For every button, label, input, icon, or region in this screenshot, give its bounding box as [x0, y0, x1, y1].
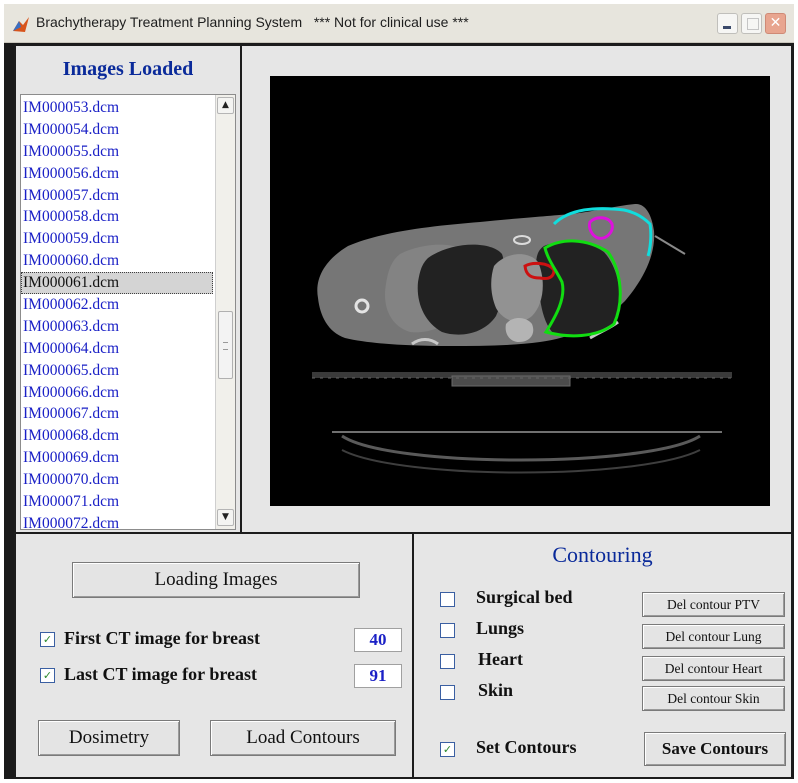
dosimetry-button[interactable]: Dosimetry — [38, 720, 180, 756]
window-title: Brachytherapy Treatment Planning System … — [36, 14, 469, 30]
list-item[interactable]: IM000068.dcm — [21, 425, 213, 447]
list-item[interactable]: IM000060.dcm — [21, 250, 213, 272]
list-item[interactable]: IM000071.dcm — [21, 491, 213, 513]
del-contour-heart-button[interactable]: Del contour Heart — [642, 656, 785, 681]
first-ct-input[interactable]: 40 — [354, 628, 402, 652]
maximize-button[interactable] — [741, 13, 762, 34]
contouring-title: Contouring — [552, 542, 653, 567]
scroll-grip-icon — [223, 342, 228, 350]
images-panel: Images Loaded IM000053.dcm IM000054.dcm IM… — [14, 44, 242, 534]
save-contours-button[interactable]: Save Contours — [644, 732, 786, 766]
list-item[interactable]: IM000072.dcm — [21, 513, 213, 529]
list-item[interactable]: IM000058.dcm — [21, 206, 213, 228]
close-button[interactable]: ✕ — [765, 13, 786, 34]
set-contours-checkbox[interactable]: ✓ — [440, 742, 455, 757]
lungs-label: Lungs — [476, 618, 525, 638]
list-item[interactable]: IM000056.dcm — [21, 163, 213, 185]
surgical-bed-checkbox[interactable] — [440, 592, 455, 607]
matlab-app-icon — [13, 17, 29, 32]
list-item[interactable]: IM000065.dcm — [21, 360, 213, 382]
first-ct-checkbox[interactable]: ✓ — [40, 632, 55, 647]
list-item[interactable]: IM000054.dcm — [21, 119, 213, 141]
application-window: Brachytherapy Treatment Planning System … — [4, 4, 794, 779]
ct-image-axes[interactable] — [270, 76, 770, 506]
minimize-icon — [723, 26, 731, 29]
del-contour-lung-button[interactable]: Del contour Lung — [642, 624, 785, 649]
ct-slice-image — [270, 76, 770, 506]
checkmark-icon: ✓ — [442, 743, 453, 756]
image-file-list: IM000053.dcm IM000054.dcm IM000055.dcm IM00… — [21, 97, 213, 529]
client-area: Images Loaded IM000053.dcm IM000054.dcm IM… — [14, 44, 793, 779]
images-panel-title: Images Loaded — [62, 58, 194, 80]
maximize-icon — [747, 18, 759, 30]
list-item[interactable]: IM000055.dcm — [21, 141, 213, 163]
first-ct-label: First CT image for breast — [64, 628, 260, 648]
del-contour-skin-button[interactable]: Del contour Skin — [642, 686, 785, 711]
image-file-listbox[interactable]: IM000053.dcm IM000054.dcm IM000055.dcm IM00… — [20, 94, 236, 530]
last-ct-input[interactable]: 91 — [354, 664, 402, 688]
skin-label: Skin — [478, 680, 514, 700]
list-item[interactable]: IM000070.dcm — [21, 469, 213, 491]
scroll-down-button[interactable]: ▼ — [217, 509, 234, 526]
control-panel: Loading Images ✓ First CT image for brea… — [14, 532, 414, 779]
chevron-down-icon: ▼ — [222, 512, 229, 522]
list-item[interactable]: IM000059.dcm — [21, 228, 213, 250]
list-item[interactable]: IM000057.dcm — [21, 185, 213, 207]
checkmark-icon: ✓ — [42, 669, 53, 682]
list-item[interactable]: IM000062.dcm — [21, 294, 213, 316]
surgical-bed-label: Surgical bed — [476, 587, 573, 607]
heart-label: Heart — [478, 649, 523, 669]
list-item[interactable]: IM000064.dcm — [21, 338, 213, 360]
list-item[interactable]: IM000069.dcm — [21, 447, 213, 469]
scroll-thumb[interactable] — [218, 311, 233, 379]
list-item[interactable]: IM000067.dcm — [21, 403, 213, 425]
list-item[interactable]: IM000061.dcm — [21, 272, 213, 295]
list-item[interactable]: IM000066.dcm — [21, 382, 213, 404]
list-item[interactable]: IM000053.dcm — [21, 97, 213, 119]
lungs-checkbox[interactable] — [440, 623, 455, 638]
load-contours-button[interactable]: Load Contours — [210, 720, 396, 756]
scroll-up-button[interactable]: ▲ — [217, 97, 234, 114]
last-ct-checkbox[interactable]: ✓ — [40, 668, 55, 683]
last-ct-label: Last CT image for breast — [64, 664, 257, 684]
heart-checkbox[interactable] — [440, 654, 455, 669]
loading-images-button[interactable]: Loading Images — [72, 562, 360, 598]
minimize-button[interactable] — [717, 13, 738, 34]
chevron-up-icon: ▲ — [222, 100, 229, 110]
contouring-panel: Contouring Surgical bed Del contour PTV … — [412, 532, 793, 779]
window-title-note: *** Not for clinical use *** — [313, 14, 469, 30]
checkmark-icon: ✓ — [42, 633, 53, 646]
title-bar[interactable]: Brachytherapy Treatment Planning System … — [4, 4, 794, 43]
list-item[interactable]: IM000063.dcm — [21, 316, 213, 338]
skin-checkbox[interactable] — [440, 685, 455, 700]
ct-view-panel — [240, 44, 793, 534]
listbox-scrollbar[interactable]: ▲ ▼ — [215, 95, 235, 529]
close-icon: ✕ — [769, 15, 782, 31]
set-contours-label: Set Contours — [476, 737, 577, 757]
del-contour-ptv-button[interactable]: Del contour PTV — [642, 592, 785, 617]
